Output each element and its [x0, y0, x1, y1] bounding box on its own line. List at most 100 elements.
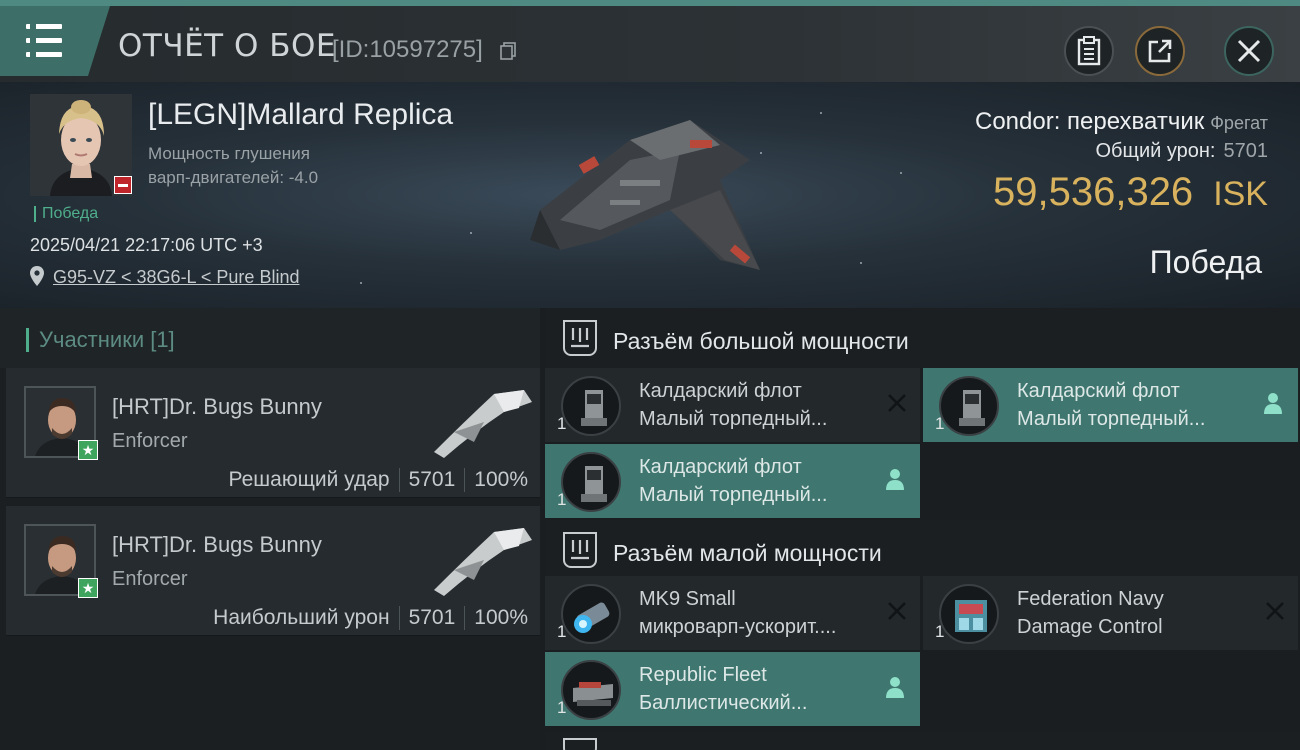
close-button[interactable]	[1224, 26, 1274, 76]
module-name-line2: микроварп-ускорит....	[639, 616, 837, 638]
participant-ship: Enforcer	[112, 568, 188, 590]
module-quantity: 1	[557, 698, 567, 717]
module-name-line1: Калдарский флот	[1017, 380, 1180, 402]
participant-name[interactable]: [HRT]Dr. Bugs Bunny	[112, 394, 322, 420]
module-name-line1: Republic Fleet	[639, 664, 767, 686]
clipboard-button[interactable]	[1064, 26, 1114, 76]
star-dot	[860, 262, 862, 264]
module-quantity: 1	[935, 622, 945, 641]
participant-damage: 5701	[408, 606, 456, 629]
participant-ship-render[interactable]	[424, 382, 536, 462]
slot-icon	[563, 738, 597, 750]
module-name-line2: Баллистический...	[639, 692, 808, 714]
stat-divider	[398, 606, 400, 630]
module-name-line2: Малый торпедный...	[1017, 408, 1206, 430]
kill-datetime: 2025/04/21 22:17:06 UTC +3	[30, 235, 263, 255]
module-name-line1: MK9 Small	[639, 588, 736, 610]
copy-icon[interactable]	[500, 42, 516, 60]
participant-row[interactable]: ★ [HRT]Dr. Bugs Bunny Enforcer Решающий …	[6, 368, 540, 498]
isk-value-line: 59,536,326 ISK	[993, 170, 1268, 215]
low-slot-icon	[563, 532, 597, 568]
victim-note-line1: Мощность глушения	[148, 144, 310, 163]
hostile-standing-icon	[114, 176, 132, 194]
stat-divider	[464, 606, 466, 630]
page-title: ОТЧЁТ О БОЕ	[118, 28, 336, 64]
stat-divider	[464, 468, 466, 492]
fitting-panel: Разъём большой мощности 1 Калдарский фло…	[545, 308, 1300, 750]
participant-ship: Enforcer	[112, 430, 188, 452]
total-damage: Общий урон: 5701	[1096, 140, 1269, 163]
low-slot-header: Разъём малой мощности	[545, 520, 1300, 580]
dropped-loot-icon	[886, 677, 904, 698]
victim-ship-name[interactable]: Condor: перехватчик Фрегат	[975, 108, 1268, 136]
star-dot	[470, 232, 472, 234]
low-slot-title: Разъём малой мощности	[613, 540, 882, 566]
total-damage-value: 5701	[1223, 140, 1269, 162]
module-item[interactable]: 1 Калдарский флот Малый торпедный...	[923, 368, 1298, 442]
stat-divider	[398, 468, 400, 492]
high-slot-icon	[563, 320, 597, 356]
module-quantity: 1	[935, 414, 945, 433]
module-name-line1: Калдарский флот	[639, 380, 802, 402]
dropped-loot-icon	[1264, 393, 1282, 414]
torpedo-launcher-icon	[939, 376, 999, 436]
menu-button[interactable]	[0, 6, 110, 76]
battle-result: Победа	[1149, 244, 1262, 280]
menu-icon-notch	[30, 52, 36, 57]
participant-ship-render[interactable]	[424, 520, 536, 600]
torpedo-launcher-icon	[561, 376, 621, 436]
module-item[interactable]: 1 Калдарский флот Малый торпедный...	[545, 444, 920, 518]
participant-stats: Наибольший урон 5701 100%	[213, 606, 528, 630]
participant-percent: 100%	[474, 468, 528, 491]
kill-summary-banner: [LEGN]Mallard Replica Мощность глушения …	[0, 82, 1300, 308]
microwarpdrive-icon	[561, 584, 621, 644]
kill-location-link[interactable]: G95-VZ < 38G6-L < Pure Blind	[53, 267, 299, 288]
module-name-line2: Damage Control	[1017, 616, 1163, 638]
module-quantity: 1	[557, 622, 567, 641]
participant-row[interactable]: ★ [HRT]Dr. Bugs Bunny Enforcer Наибольши…	[6, 506, 540, 636]
damage-control-icon	[939, 584, 999, 644]
share-icon	[1148, 39, 1172, 63]
next-slot-header	[545, 732, 1300, 750]
ballistic-control-icon	[561, 660, 621, 720]
share-button[interactable]	[1135, 26, 1185, 76]
module-item[interactable]: 1 Калдарский флот Малый торпедный...	[545, 368, 920, 442]
star-dot	[900, 172, 902, 174]
high-slot-header: Разъём большой мощности	[545, 308, 1300, 368]
victim-note-line2: варп-двигателей: -4.0	[148, 168, 319, 187]
isk-unit: ISK	[1213, 175, 1268, 213]
module-name-line2: Малый торпедный...	[639, 408, 828, 430]
module-name-line1: Federation Navy	[1017, 588, 1164, 610]
total-damage-label: Общий урон:	[1095, 140, 1216, 162]
module-item[interactable]: 1 Federation Navy Damage Control	[923, 576, 1298, 650]
report-id: [ID:10597275]	[332, 36, 483, 63]
participant-role: Решающий удар	[228, 468, 390, 491]
participants-panel: Участники [1] ★ [HRT]Dr. Bugs Bunny Enfo…	[0, 308, 540, 750]
participant-name[interactable]: [HRT]Dr. Bugs Bunny	[112, 532, 322, 558]
victim-ship-render[interactable]	[520, 100, 780, 290]
isk-value: 59,536,326	[992, 170, 1194, 214]
module-quantity: 1	[557, 490, 567, 509]
module-name-line2: Малый торпедный...	[639, 484, 828, 506]
victim-name[interactable]: [LEGN]Mallard Replica	[148, 98, 453, 132]
ship-class: Фрегат	[1210, 113, 1268, 133]
friendly-standing-icon: ★	[78, 440, 98, 460]
participants-header: Участники [1]	[0, 308, 540, 368]
result-tag: Победа	[34, 206, 98, 222]
module-quantity: 1	[557, 414, 567, 433]
participant-stats: Решающий удар 5701 100%	[229, 468, 528, 492]
victim-attribute-note: Мощность глушения варп-двигателей: -4.0	[148, 142, 448, 190]
destroyed-icon	[888, 602, 906, 620]
slot-glyph-icon	[571, 328, 589, 348]
participant-damage: 5701	[408, 468, 456, 491]
star-dot	[820, 112, 822, 114]
clipboard-icon	[1077, 36, 1101, 66]
ship-type-name: Condor: перехватчик	[974, 108, 1205, 135]
module-item[interactable]: 1 MK9 Small микроварп-ускорит....	[545, 576, 920, 650]
torpedo-launcher-icon	[561, 452, 621, 512]
close-icon	[1237, 39, 1261, 63]
menu-icon-notch	[30, 38, 36, 43]
location-pin-icon	[30, 266, 44, 286]
slot-glyph-icon	[571, 540, 589, 560]
module-item[interactable]: 1 Republic Fleet Баллистический...	[545, 652, 920, 726]
